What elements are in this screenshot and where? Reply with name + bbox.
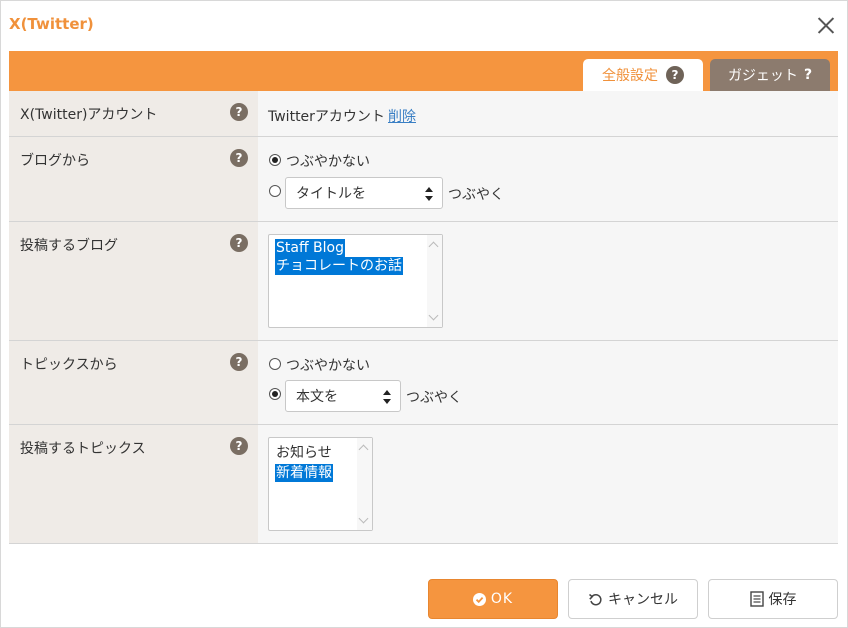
- select-value: タイトルを: [296, 186, 366, 202]
- check-circle-icon: [472, 592, 486, 606]
- row-label: X(Twitter)アカウント: [20, 107, 158, 123]
- ok-label: OK: [490, 591, 514, 607]
- row-label: トピックスから: [20, 357, 118, 373]
- radio-label: つぶやく: [406, 390, 462, 406]
- topics-listbox[interactable]: お知らせ 新着情報: [268, 437, 373, 531]
- row-from-blog: ブログから ? つぶやかない タイトルを つぶやく: [9, 137, 838, 222]
- scrollbar[interactable]: [427, 235, 442, 327]
- radio-label: つぶやかない: [286, 358, 370, 374]
- row-label: 投稿するトピックス: [20, 441, 146, 457]
- blog-listbox[interactable]: Staff Blog チョコレートのお話: [268, 234, 443, 328]
- help-icon[interactable]: ?: [230, 353, 248, 371]
- row-account: X(Twitter)アカウント ? Twitterアカウント 削除: [9, 91, 838, 137]
- tab-bar: 全般設定 ? ガジェット ?: [9, 51, 838, 91]
- document-icon: [749, 591, 764, 607]
- radio-blog-no-tweet[interactable]: [269, 154, 281, 166]
- blog-tweet-content-select[interactable]: タイトルを: [285, 177, 443, 209]
- ok-button[interactable]: OK: [428, 579, 558, 619]
- account-name: Twitterアカウント: [268, 109, 385, 125]
- save-button[interactable]: 保存: [708, 579, 838, 619]
- scrollbar[interactable]: [357, 438, 372, 530]
- help-icon[interactable]: ?: [230, 103, 248, 121]
- list-item[interactable]: お知らせ: [275, 444, 333, 462]
- radio-topics-no-tweet[interactable]: [269, 358, 281, 370]
- dialog: X(Twitter) 全般設定 ? ガジェット ? X(Twitter)アカウン…: [0, 0, 848, 628]
- delete-link[interactable]: 削除: [388, 106, 416, 126]
- tab-gadget-label: ガジェット: [727, 68, 798, 84]
- list-item[interactable]: Staff Blog: [275, 239, 345, 257]
- help-icon[interactable]: ?: [666, 66, 684, 84]
- tab-gadget[interactable]: ガジェット ?: [710, 59, 830, 91]
- tab-general-settings[interactable]: 全般設定 ?: [583, 59, 703, 91]
- help-icon[interactable]: ?: [230, 437, 248, 455]
- close-icon[interactable]: [813, 13, 839, 39]
- help-icon[interactable]: ?: [230, 234, 248, 252]
- help-icon[interactable]: ?: [230, 149, 248, 167]
- radio-topics-tweet[interactable]: [269, 388, 281, 400]
- row-post-topics: 投稿するトピックス ? お知らせ 新着情報: [9, 425, 838, 544]
- row-label: 投稿するブログ: [20, 238, 118, 254]
- row-label: ブログから: [20, 153, 90, 169]
- list-item[interactable]: チョコレートのお話: [275, 257, 403, 275]
- row-post-blog: 投稿するブログ ? Staff Blog チョコレートのお話: [9, 222, 838, 341]
- help-icon[interactable]: ?: [804, 66, 812, 84]
- row-from-topics: トピックスから ? つぶやかない 本文を つぶやく: [9, 341, 838, 425]
- scroll-down-icon[interactable]: [358, 513, 369, 524]
- radio-label: つぶやかない: [286, 154, 370, 170]
- scroll-up-icon[interactable]: [358, 444, 369, 455]
- undo-icon: [589, 593, 602, 605]
- save-label: 保存: [768, 592, 797, 608]
- select-arrows-icon: [425, 187, 433, 201]
- scroll-up-icon[interactable]: [428, 241, 439, 252]
- cancel-label: キャンセル: [608, 592, 678, 608]
- radio-blog-tweet[interactable]: [269, 185, 281, 197]
- scroll-down-icon[interactable]: [428, 310, 439, 321]
- topics-tweet-content-select[interactable]: 本文を: [285, 380, 401, 412]
- select-arrows-icon: [383, 390, 391, 404]
- cancel-button[interactable]: キャンセル: [568, 579, 698, 619]
- select-value: 本文を: [296, 389, 338, 405]
- dialog-title: X(Twitter): [9, 15, 94, 33]
- tab-general-label: 全般設定: [602, 68, 658, 84]
- list-item[interactable]: 新着情報: [275, 464, 333, 482]
- radio-label: つぶやく: [448, 187, 504, 203]
